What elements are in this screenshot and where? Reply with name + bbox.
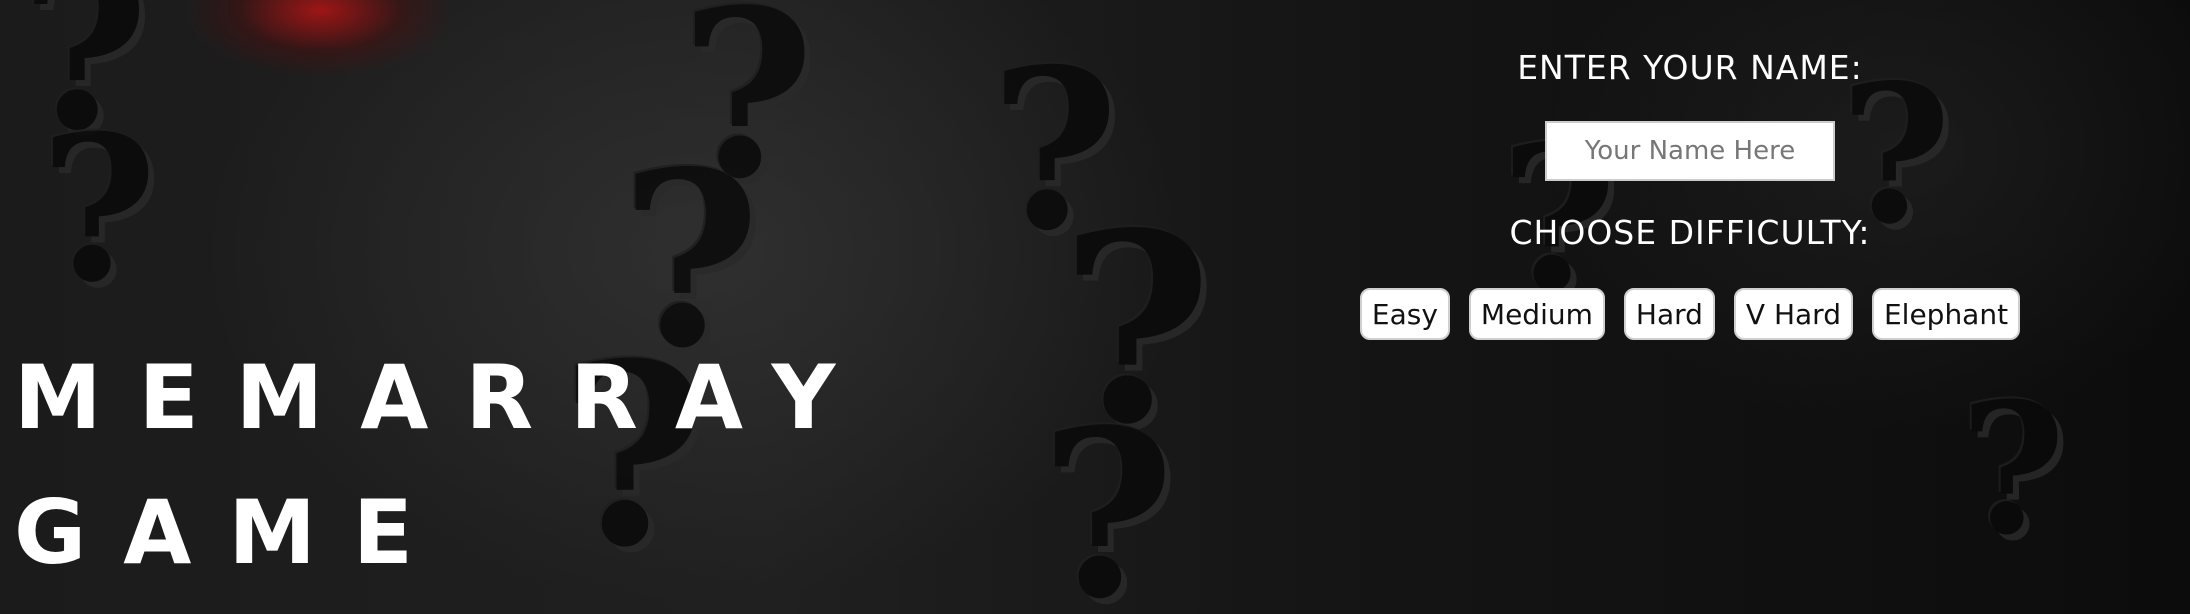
- difficulty-medium-button[interactable]: Medium: [1468, 288, 1605, 340]
- difficulty-elephant-button[interactable]: Elephant: [1871, 288, 2021, 340]
- name-input[interactable]: [1545, 121, 1835, 181]
- question-mark-decoration: ?: [1040, 380, 1175, 614]
- game-title-line-2: GAME: [14, 481, 451, 584]
- name-label: ENTER YOUR NAME:: [1517, 48, 1863, 87]
- setup-panel: ENTER YOUR NAME: CHOOSE DIFFICULTY: Easy…: [1340, 40, 2040, 340]
- game-title-line-1: MEMARRAY: [14, 346, 873, 449]
- difficulty-very-hard-button[interactable]: V Hard: [1733, 288, 1853, 340]
- game-title: MEMARRAY GAME: [14, 330, 872, 600]
- difficulty-label: CHOOSE DIFFICULTY:: [1509, 213, 1871, 252]
- question-mark-decoration: ?: [40, 92, 158, 327]
- question-mark-decoration: ?: [1960, 364, 2066, 575]
- difficulty-easy-button[interactable]: Easy: [1359, 288, 1450, 340]
- difficulty-buttons: Easy Medium Hard V Hard Elephant: [1340, 288, 2040, 340]
- difficulty-hard-button[interactable]: Hard: [1623, 288, 1715, 340]
